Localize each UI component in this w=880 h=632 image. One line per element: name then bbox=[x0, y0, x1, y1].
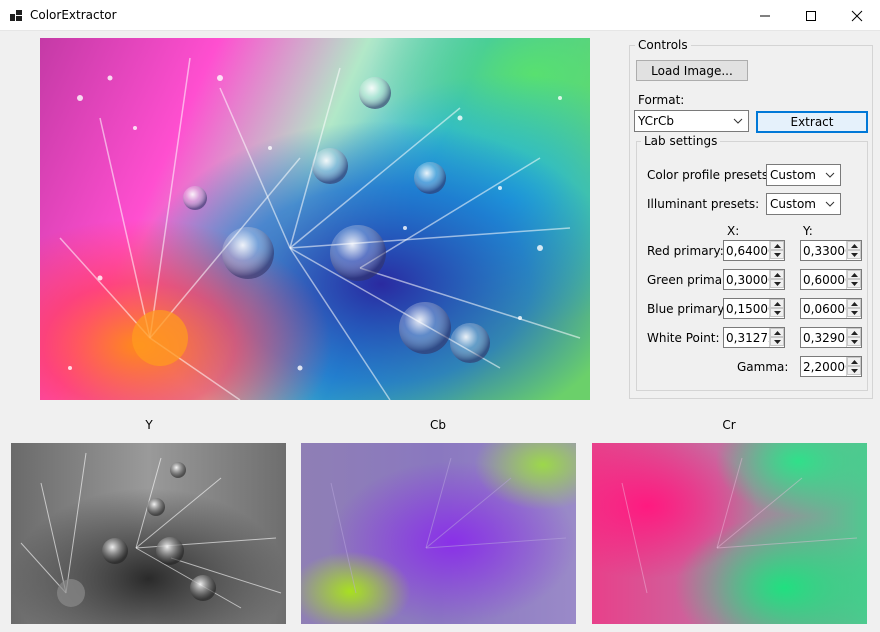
spin-up-arrow-icon bbox=[851, 273, 858, 277]
maximize-button[interactable] bbox=[788, 0, 834, 31]
spin-down-arrow-icon bbox=[851, 340, 858, 344]
format-select-value: YCrCb bbox=[638, 114, 674, 128]
spin-down-button[interactable] bbox=[847, 279, 861, 288]
format-select[interactable]: YCrCb bbox=[634, 110, 749, 132]
gamma-spinner[interactable]: 2,20000 bbox=[800, 356, 862, 377]
spin-down-button[interactable] bbox=[770, 308, 784, 317]
blue-primary-label: Blue primary: bbox=[647, 302, 728, 316]
illuminant-label: Illuminant presets: bbox=[647, 197, 760, 211]
spin-down-button[interactable] bbox=[847, 337, 861, 346]
spin-down-button[interactable] bbox=[770, 279, 784, 288]
spin-up-button[interactable] bbox=[770, 328, 784, 337]
minimize-button[interactable] bbox=[742, 0, 788, 31]
cr-channel-image bbox=[592, 443, 867, 624]
source-image bbox=[40, 38, 590, 400]
spin-up-arrow-icon bbox=[774, 273, 781, 277]
spin-up-button[interactable] bbox=[847, 328, 861, 337]
spin-down-button[interactable] bbox=[770, 337, 784, 346]
spin-down-button[interactable] bbox=[847, 250, 861, 259]
spin-up-arrow-icon bbox=[851, 331, 858, 335]
spin-down-arrow-icon bbox=[774, 253, 781, 257]
channel-label-cb: Cb bbox=[430, 418, 446, 432]
white-point-x-spinner[interactable]: 0,31272 bbox=[723, 327, 785, 348]
white-point-y-spinner[interactable]: 0,32903 bbox=[800, 327, 862, 348]
blue-primary-y-spinner[interactable]: 0,06000 bbox=[800, 298, 862, 319]
spin-down-button[interactable] bbox=[770, 250, 784, 259]
red-primary-y-spinner[interactable]: 0,33000 bbox=[800, 240, 862, 261]
spin-up-button[interactable] bbox=[847, 270, 861, 279]
illuminant-value: Custom bbox=[770, 197, 816, 211]
spin-up-button[interactable] bbox=[770, 299, 784, 308]
spin-down-button[interactable] bbox=[847, 308, 861, 317]
spin-up-arrow-icon bbox=[774, 244, 781, 248]
color-profile-select[interactable]: Custom bbox=[766, 164, 841, 186]
extract-button[interactable]: Extract bbox=[756, 111, 868, 133]
red-primary-x-spinner[interactable]: 0,64000 bbox=[723, 240, 785, 261]
spin-down-arrow-icon bbox=[774, 311, 781, 315]
x-column-header: X: bbox=[727, 224, 740, 238]
chevron-down-icon bbox=[733, 118, 743, 124]
blue-primary-x-spinner[interactable]: 0,15000 bbox=[723, 298, 785, 319]
spin-down-arrow-icon bbox=[774, 282, 781, 286]
y-channel-image bbox=[11, 443, 286, 624]
spin-up-button[interactable] bbox=[770, 241, 784, 250]
spin-up-button[interactable] bbox=[847, 357, 861, 366]
spin-up-button[interactable] bbox=[770, 270, 784, 279]
red-primary-label: Red primary: bbox=[647, 244, 724, 258]
spin-down-arrow-icon bbox=[851, 282, 858, 286]
spin-down-button[interactable] bbox=[847, 366, 861, 375]
white-point-label: White Point: bbox=[647, 331, 720, 345]
illuminant-select[interactable]: Custom bbox=[766, 193, 841, 215]
cb-channel-image bbox=[301, 443, 576, 624]
green-primary-y-spinner[interactable]: 0,60000 bbox=[800, 269, 862, 290]
spin-down-arrow-icon bbox=[851, 369, 858, 373]
chevron-down-icon bbox=[825, 201, 835, 207]
spin-up-arrow-icon bbox=[851, 360, 858, 364]
lab-settings-title: Lab settings bbox=[641, 134, 721, 148]
spin-down-arrow-icon bbox=[851, 311, 858, 315]
chevron-down-icon bbox=[825, 172, 835, 178]
spin-up-arrow-icon bbox=[851, 244, 858, 248]
color-profile-value: Custom bbox=[770, 168, 816, 182]
maximize-icon bbox=[806, 11, 816, 21]
load-image-button[interactable]: Load Image... bbox=[636, 60, 748, 81]
y-column-header: Y: bbox=[803, 224, 813, 238]
green-primary-x-spinner[interactable]: 0,30000 bbox=[723, 269, 785, 290]
channel-label-y: Y bbox=[145, 418, 153, 432]
close-icon bbox=[851, 10, 863, 22]
minimize-icon bbox=[760, 15, 770, 17]
spin-up-button[interactable] bbox=[847, 299, 861, 308]
color-profile-label: Color profile presets: bbox=[647, 168, 773, 182]
spin-up-button[interactable] bbox=[847, 241, 861, 250]
spin-down-arrow-icon bbox=[774, 340, 781, 344]
window-title: ColorExtractor bbox=[30, 8, 117, 22]
spin-up-arrow-icon bbox=[774, 302, 781, 306]
controls-group-title: Controls bbox=[635, 38, 691, 52]
close-button[interactable] bbox=[834, 0, 880, 31]
format-label: Format: bbox=[638, 93, 685, 107]
channel-label-cr: Cr bbox=[722, 418, 736, 432]
spin-up-arrow-icon bbox=[774, 331, 781, 335]
app-window-icon bbox=[10, 10, 22, 21]
spin-down-arrow-icon bbox=[851, 253, 858, 257]
gamma-label: Gamma: bbox=[737, 360, 789, 374]
title-bar: ColorExtractor bbox=[0, 0, 880, 31]
spin-up-arrow-icon bbox=[851, 302, 858, 306]
